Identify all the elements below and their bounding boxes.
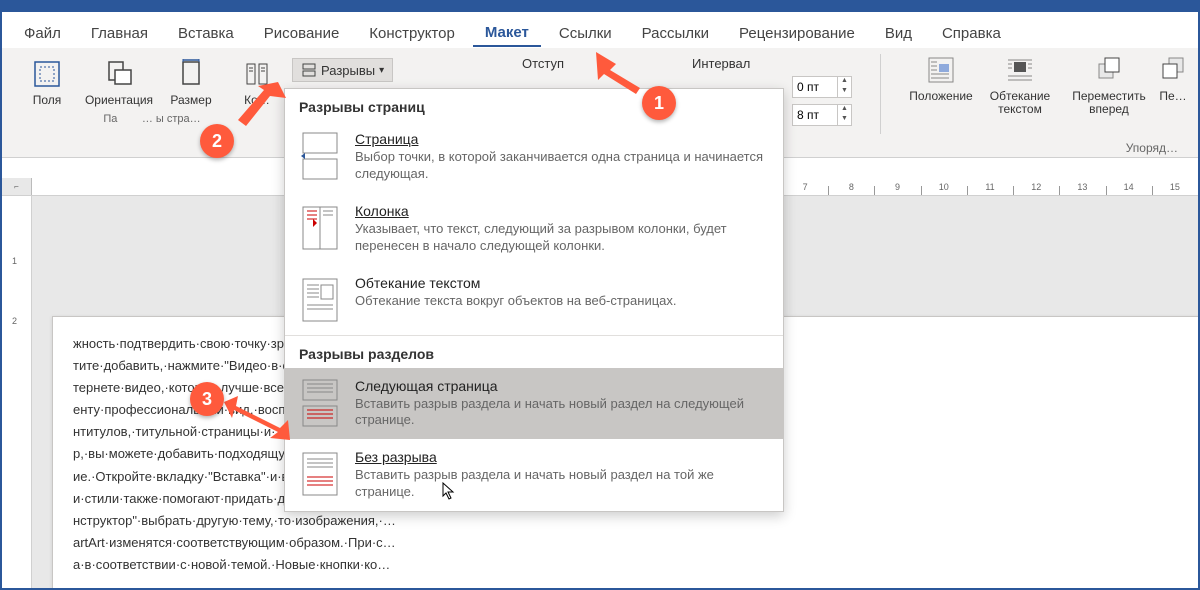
indent-label: Отступ bbox=[522, 56, 564, 71]
mouse-cursor-icon bbox=[442, 482, 456, 500]
column-break-icon bbox=[299, 203, 341, 253]
document-text-line: а·в·соответствии·с·новой·темой.·Новые·кн… bbox=[73, 554, 1197, 576]
page-break-icon bbox=[299, 131, 341, 181]
annotation-1: 1 bbox=[642, 86, 676, 120]
wrap-text-icon bbox=[1004, 54, 1036, 86]
menu-item-desc: Обтекание текста вокруг объектов на веб-… bbox=[355, 293, 677, 310]
ruler-mark: 7 bbox=[782, 182, 828, 192]
send-backward-button[interactable]: Пе… bbox=[1158, 52, 1188, 105]
next-page-break-icon bbox=[299, 378, 341, 428]
annotation-arrow-2 bbox=[230, 82, 290, 137]
breaks-dropdown-button[interactable]: Разрывы ▾ bbox=[292, 58, 393, 82]
spinner-down-icon[interactable]: ▼ bbox=[838, 87, 851, 97]
tab-home[interactable]: Главная bbox=[79, 21, 160, 46]
position-button[interactable]: Положение bbox=[906, 52, 976, 105]
tab-file[interactable]: Файл bbox=[12, 21, 73, 46]
wrap-text-button[interactable]: Обтекание текстом bbox=[980, 52, 1060, 118]
ruler-corner: ⌐ bbox=[2, 178, 32, 196]
tab-layout[interactable]: Макет bbox=[473, 20, 541, 47]
position-icon bbox=[925, 54, 957, 86]
tab-review[interactable]: Рецензирование bbox=[727, 21, 867, 46]
spinner-down-icon[interactable]: ▼ bbox=[838, 115, 851, 125]
menu-item-title: Следующая страница bbox=[355, 378, 769, 394]
ruler-mark: 15 bbox=[1152, 182, 1198, 192]
continuous-break-icon bbox=[299, 449, 341, 499]
ruler-mark: 11 bbox=[967, 182, 1013, 192]
spinner-up-icon[interactable]: ▲ bbox=[838, 105, 851, 115]
menu-item-desc: Вставить разрыв раздела и начать новый р… bbox=[355, 396, 769, 430]
vertical-ruler[interactable]: 1 2 bbox=[2, 196, 32, 588]
tab-draw[interactable]: Рисование bbox=[252, 21, 352, 46]
menu-section-section-breaks: Разрывы разделов bbox=[285, 335, 783, 368]
menu-item-next-page[interactable]: Следующая страница Вставить разрыв разде… bbox=[285, 368, 783, 440]
spacing-after-spinner[interactable]: 8 пт ▲▼ bbox=[792, 104, 852, 126]
size-button[interactable]: Размер bbox=[162, 56, 220, 109]
tab-design[interactable]: Конструктор bbox=[357, 21, 467, 46]
menu-item-desc: Указывает, что текст, следующий за разры… bbox=[355, 221, 769, 255]
bring-forward-icon bbox=[1093, 54, 1125, 86]
menu-item-title: Колонка bbox=[355, 203, 769, 219]
chevron-down-icon: ▾ bbox=[379, 65, 384, 76]
size-icon bbox=[175, 58, 207, 90]
ruler-mark: 10 bbox=[921, 182, 967, 192]
menu-item-title: Страница bbox=[355, 131, 769, 147]
tab-help[interactable]: Справка bbox=[930, 21, 1013, 46]
orientation-icon bbox=[103, 58, 135, 90]
breaks-icon bbox=[301, 62, 317, 78]
orientation-button[interactable]: Ориентация bbox=[84, 56, 154, 109]
document-text-line: artArt·изменятся·соответствующим·образом… bbox=[73, 532, 1197, 554]
title-bar bbox=[2, 2, 1198, 12]
annotation-3: 3 bbox=[190, 382, 224, 416]
annotation-arrow-3 bbox=[224, 396, 294, 451]
menu-section-page-breaks: Разрывы страниц bbox=[285, 89, 783, 121]
ruler-mark: 12 bbox=[1013, 182, 1059, 192]
ribbon-tabs: Файл Главная Вставка Рисование Конструкт… bbox=[2, 12, 1198, 48]
send-backward-icon bbox=[1157, 54, 1189, 86]
text-wrapping-break-icon bbox=[299, 275, 341, 325]
tab-mailings[interactable]: Рассылки bbox=[630, 21, 721, 46]
ruler-mark: 9 bbox=[874, 182, 920, 192]
tab-view[interactable]: Вид bbox=[873, 21, 924, 46]
menu-item-desc: Выбор точки, в которой заканчивается одн… bbox=[355, 149, 769, 183]
menu-item-continuous[interactable]: Без разрыва Вставить разрыв раздела и на… bbox=[285, 439, 783, 511]
tab-insert[interactable]: Вставка bbox=[166, 21, 246, 46]
spacing-label: Интервал bbox=[692, 56, 750, 71]
margins-button[interactable]: Поля bbox=[18, 56, 76, 109]
annotation-2: 2 bbox=[200, 124, 234, 158]
arrange-group-label: Упоряд… bbox=[1126, 141, 1178, 155]
spacing-before-spinner[interactable]: 0 пт ▲▼ bbox=[792, 76, 852, 98]
ruler-mark: 13 bbox=[1059, 182, 1105, 192]
tab-references[interactable]: Ссылки bbox=[547, 21, 624, 46]
menu-item-text-wrapping[interactable]: Обтекание текстом Обтекание текста вокру… bbox=[285, 265, 783, 335]
menu-item-column[interactable]: Колонка Указывает, что текст, следующий … bbox=[285, 193, 783, 265]
breaks-dropdown-menu: Разрывы страниц Страница Выбор точки, в … bbox=[284, 88, 784, 512]
spinner-up-icon[interactable]: ▲ bbox=[838, 77, 851, 87]
page-setup-group-label: Па … ы стра… bbox=[103, 113, 200, 125]
ruler-mark: 8 bbox=[828, 182, 874, 192]
margins-icon bbox=[31, 58, 63, 90]
menu-item-title: Без разрыва bbox=[355, 449, 769, 465]
bring-forward-button[interactable]: Переместить вперед bbox=[1064, 52, 1154, 118]
menu-item-page[interactable]: Страница Выбор точки, в которой заканчив… bbox=[285, 121, 783, 193]
document-text-line: нструктор"·выбрать·другую·тему,·то·изобр… bbox=[73, 510, 1197, 532]
menu-item-title: Обтекание текстом bbox=[355, 275, 677, 291]
menu-item-desc: Вставить разрыв раздела и начать новый р… bbox=[355, 467, 769, 501]
ruler-mark: 14 bbox=[1106, 182, 1152, 192]
